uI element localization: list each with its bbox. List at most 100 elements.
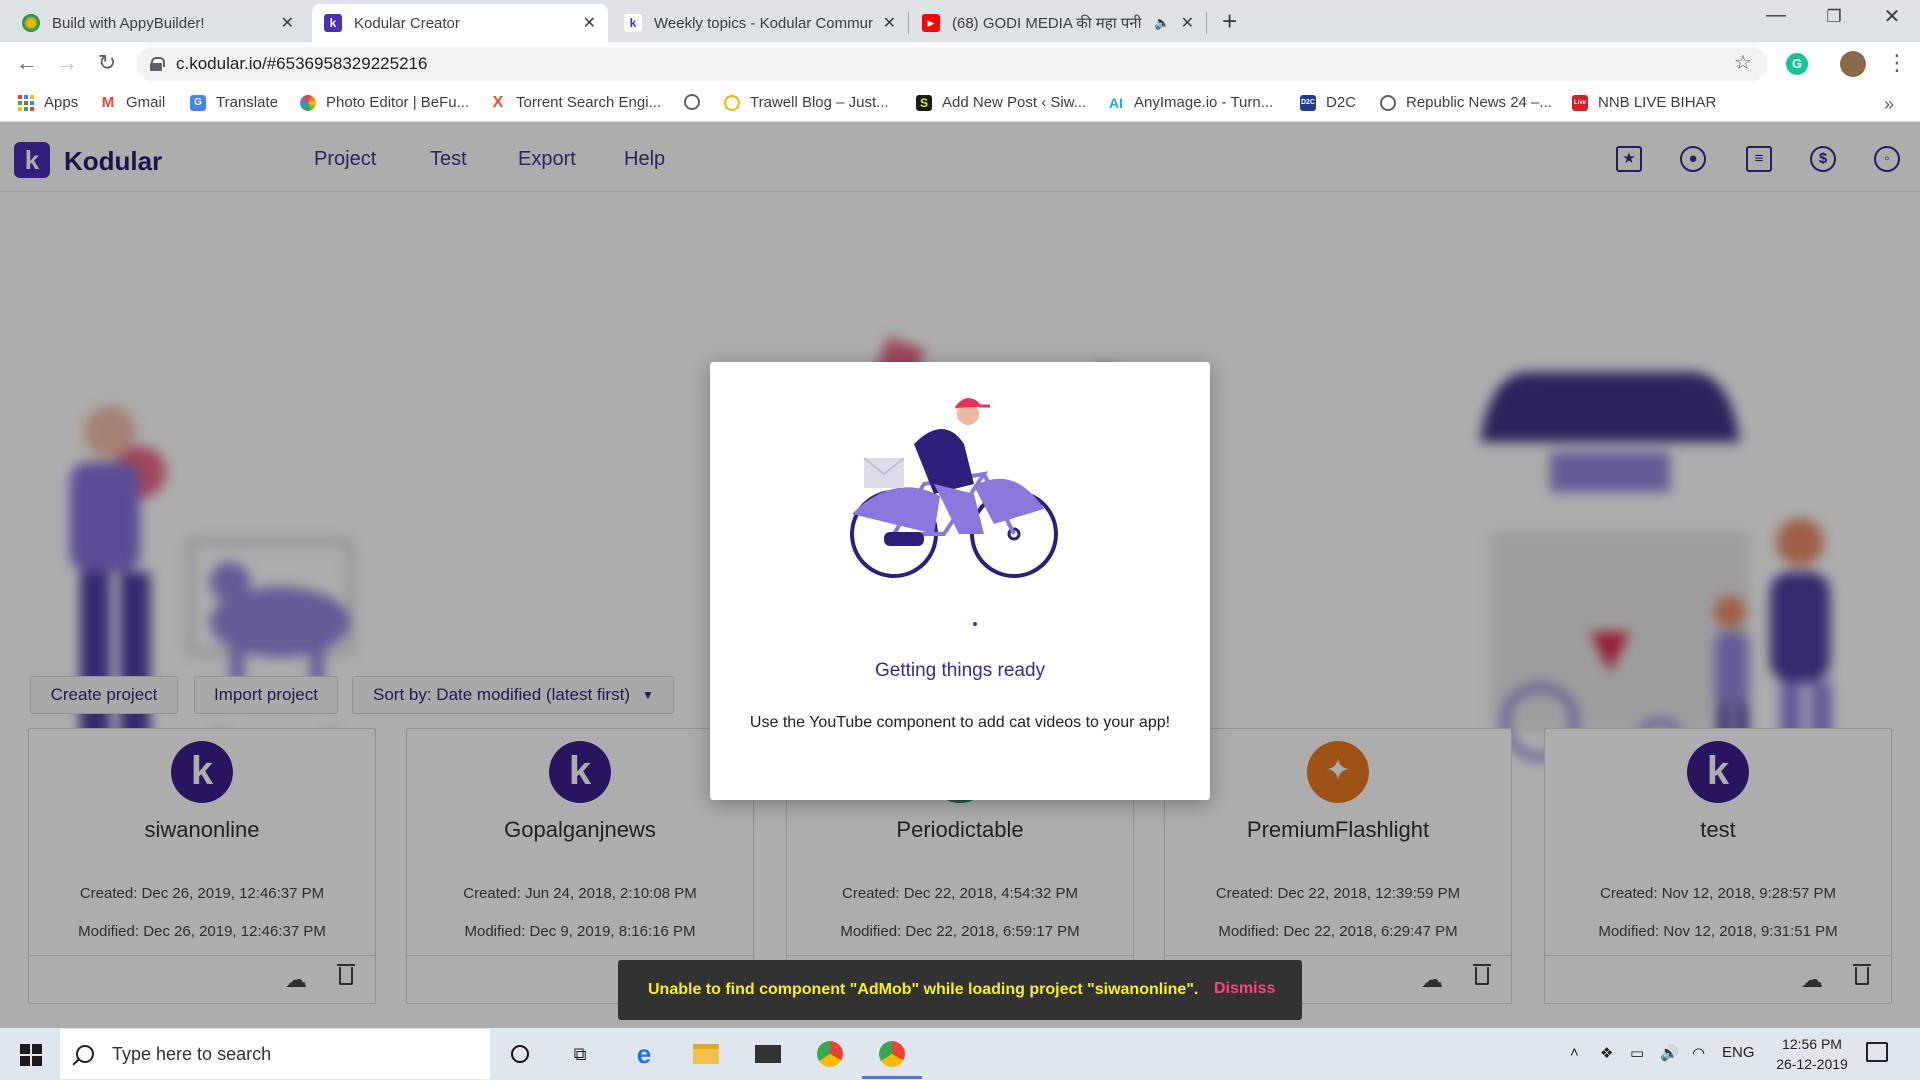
bookmark-star-icon[interactable]: ☆	[1734, 50, 1752, 75]
d2c-icon: D2C	[1300, 94, 1316, 111]
chrome-icon[interactable]	[816, 1040, 844, 1068]
file-explorer-icon[interactable]	[692, 1040, 720, 1068]
restore-icon[interactable]: ❐	[1814, 7, 1854, 27]
bookmark-gmail[interactable]: M Gmail	[100, 94, 165, 111]
taskbar-search[interactable]: Type here to search	[60, 1029, 490, 1079]
bookmarks-bar: Apps M Gmail G Translate Photo Editor | …	[0, 86, 1920, 122]
notifications-icon[interactable]	[1866, 1042, 1888, 1062]
more-menu-icon[interactable]: ⋮	[1886, 50, 1908, 76]
bookmark-label: Trawell Blog – Just...	[750, 94, 889, 111]
kodular-icon: k	[324, 14, 342, 32]
back-arrow-icon[interactable]: ←	[12, 50, 42, 76]
tab-kodular-community[interactable]: k Weekly topics - Kodular Commur ✕	[612, 4, 908, 42]
tab-title: Kodular Creator	[354, 14, 460, 32]
minimize-icon[interactable]: —	[1756, 4, 1796, 27]
chrome-profile-icon[interactable]	[878, 1040, 906, 1068]
bookmark-republic[interactable]: Republic News 24 –...	[1380, 94, 1552, 111]
bookmark-label: Gmail	[126, 94, 166, 111]
bookmark-torrent[interactable]: X Torrent Search Engi...	[490, 93, 662, 112]
bookmarks-overflow-icon[interactable]: »	[1884, 94, 1894, 115]
mail-icon[interactable]	[754, 1040, 782, 1068]
tab-appybuilder[interactable]: Build with AppyBuilder! ✕	[10, 4, 306, 42]
profile-avatar[interactable]	[1840, 51, 1866, 77]
bookmark-add-post[interactable]: S Add New Post ‹ Siw...	[916, 94, 1086, 111]
tab-youtube[interactable]: ▶ (68) GODI MEDIA की महा पनी 🔈 ✕	[910, 4, 1206, 42]
clock-date: 26-12-2019	[1776, 1056, 1848, 1072]
translate-icon: G	[190, 94, 206, 111]
lock-icon[interactable]	[150, 57, 165, 71]
edge-icon[interactable]: e	[630, 1039, 658, 1069]
loading-indicator	[973, 622, 977, 626]
youtube-icon: ▶	[922, 14, 940, 32]
tab-separator	[908, 12, 909, 34]
system-clock[interactable]: 12:56 PM 26-12-2019	[1768, 1034, 1856, 1074]
appybuilder-icon	[22, 14, 40, 32]
bookmark-label: AnyImage.io - Turn...	[1134, 94, 1274, 111]
loading-dialog: Getting things ready Use the YouTube com…	[710, 362, 1210, 800]
bookmark-label: Republic News 24 –...	[1406, 94, 1552, 111]
bookmark-photo-editor[interactable]: Photo Editor | BeFu...	[300, 94, 469, 111]
windows-start-icon[interactable]	[20, 1044, 42, 1066]
bookmark-trawell[interactable]: Trawell Blog – Just...	[724, 94, 889, 111]
bookmark-label: Torrent Search Engi...	[516, 94, 662, 111]
tab-title: Weekly topics - Kodular Commur	[654, 14, 873, 32]
loading-title: Getting things ready	[874, 660, 1046, 681]
close-tab-icon[interactable]: ✕	[281, 13, 294, 33]
dropbox-icon[interactable]: ❖	[1600, 1044, 1613, 1062]
search-icon	[76, 1045, 94, 1063]
bookmark-translate[interactable]: G Translate	[190, 94, 278, 111]
anyimage-icon: AI	[1109, 94, 1123, 111]
address-bar[interactable]: c.kodular.io/#6536958329225216	[136, 47, 1768, 81]
snackbar-message: Unable to find component "AdMob" while l…	[648, 981, 1199, 998]
globe-icon	[684, 94, 700, 110]
search-placeholder: Type here to search	[112, 1043, 272, 1064]
tab-title: Build with AppyBuilder!	[52, 14, 205, 32]
clock-time: 12:56 PM	[1782, 1036, 1842, 1052]
bookmark-label: Add New Post ‹ Siw...	[942, 94, 1087, 111]
wordpress-icon: S	[916, 94, 932, 111]
dismiss-button[interactable]: Dismiss	[1214, 980, 1275, 998]
speaker-icon[interactable]: 🔈	[1154, 15, 1170, 31]
close-tab-icon[interactable]: ✕	[883, 13, 896, 33]
bookmark-label: Apps	[44, 94, 79, 111]
wifi-icon[interactable]: ◠	[1692, 1044, 1705, 1062]
task-view-icon[interactable]: ⧉	[566, 1040, 594, 1068]
globe-icon	[1380, 94, 1396, 111]
tab-separator	[1206, 12, 1207, 34]
language-indicator[interactable]: ENG	[1722, 1044, 1755, 1061]
tab-kodular-creator[interactable]: k Kodular Creator ✕	[312, 4, 608, 42]
cortana-icon[interactable]	[506, 1040, 534, 1068]
volume-icon[interactable]: 🔊	[1660, 1044, 1679, 1062]
grammarly-icon[interactable]: G	[1786, 53, 1808, 75]
reload-icon[interactable]: ↻	[92, 50, 122, 76]
apps-grid-icon	[18, 94, 34, 111]
gmail-icon: M	[101, 94, 115, 111]
error-snackbar: Unable to find component "AdMob" while l…	[618, 960, 1302, 1020]
active-app-indicator	[862, 1076, 922, 1079]
close-tab-icon[interactable]: ✕	[583, 13, 596, 33]
new-tab-icon[interactable]: +	[1222, 6, 1237, 37]
bookmark-nnb[interactable]: Live NNB LIVE BIHAR	[1572, 94, 1716, 111]
kodular-community-icon: k	[624, 14, 642, 32]
bookmark-apps[interactable]: Apps	[18, 94, 78, 111]
loading-tip: Use the YouTube component to add cat vid…	[749, 714, 1171, 731]
bookmark-anyimage[interactable]: AI AnyImage.io - Turn...	[1108, 94, 1273, 111]
forward-arrow-icon[interactable]: →	[52, 50, 82, 76]
bookmark-d2c[interactable]: D2C D2C	[1300, 94, 1356, 111]
windows-taskbar: Type here to search ⧉ e ˄ ❖ ▭ 🔊 ◠ ENG 12…	[0, 1028, 1920, 1080]
bookmark-label: Translate	[216, 94, 278, 111]
befunky-icon	[300, 94, 316, 111]
trawell-icon	[724, 94, 740, 111]
battery-icon[interactable]: ▭	[1630, 1044, 1644, 1062]
close-tab-icon[interactable]: ✕	[1181, 13, 1194, 33]
browser-tab-strip: Build with AppyBuilder! ✕ k Kodular Crea…	[0, 0, 1920, 42]
browser-toolbar: ← → ↻ c.kodular.io/#6536958329225216 ☆ G…	[0, 42, 1920, 86]
nnb-icon: Live	[1572, 94, 1588, 111]
bookmark-label: D2C	[1326, 94, 1357, 111]
torrent-icon: X	[492, 93, 504, 111]
url-text[interactable]: c.kodular.io/#6536958329225216	[176, 54, 427, 74]
bookmark-globe[interactable]	[684, 94, 710, 110]
bookmark-label: NNB LIVE BIHAR	[1598, 94, 1717, 111]
tray-chevron-icon[interactable]: ˄	[1570, 1044, 1579, 1061]
close-window-icon[interactable]: ✕	[1872, 4, 1912, 29]
